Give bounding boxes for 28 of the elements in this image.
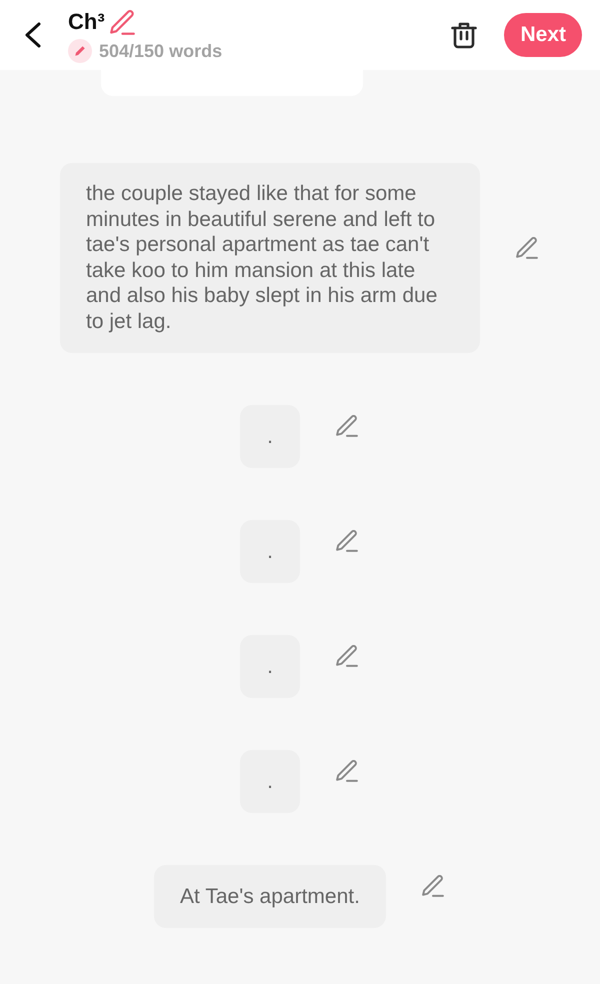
- edit-button[interactable]: [336, 760, 358, 782]
- edit-button[interactable]: [422, 875, 444, 898]
- edit-button[interactable]: [336, 415, 358, 438]
- back-button[interactable]: [24, 22, 42, 48]
- edit-icon: [336, 645, 358, 668]
- story-text-bubble[interactable]: .: [240, 635, 300, 698]
- edit-icon: [516, 236, 538, 258]
- edit-button[interactable]: [516, 236, 538, 258]
- story-text-bubble[interactable]: the couple stayed like that for some minutes in beautiful serene and left to tae's personal apartment as tae can't take koo to him mansion at this late and also his baby slept in his arm due to jet lag.: [60, 162, 480, 352]
- back-icon: [24, 22, 42, 48]
- edit-icon: [110, 10, 135, 34]
- edit-title-button[interactable]: [110, 10, 135, 34]
- pencil-icon: [68, 39, 92, 63]
- edit-icon: [336, 415, 358, 438]
- story-text-bubble[interactable]: At Tae's apartment.: [154, 865, 386, 928]
- edit-icon: [336, 530, 358, 552]
- edit-icon: [336, 760, 358, 782]
- story-text-bubble[interactable]: .: [240, 405, 300, 468]
- delete-button[interactable]: [450, 21, 478, 49]
- chapter-title: Ch³: [68, 9, 105, 35]
- story-text-bubble[interactable]: .: [240, 750, 300, 812]
- edit-button[interactable]: [336, 645, 358, 668]
- story-text-bubble[interactable]: .: [240, 520, 300, 582]
- next-button[interactable]: Next: [504, 13, 582, 57]
- word-count: 504/150 words: [99, 40, 222, 63]
- edit-button[interactable]: [336, 530, 358, 552]
- edit-icon: [422, 875, 444, 898]
- trash-icon: [450, 21, 478, 49]
